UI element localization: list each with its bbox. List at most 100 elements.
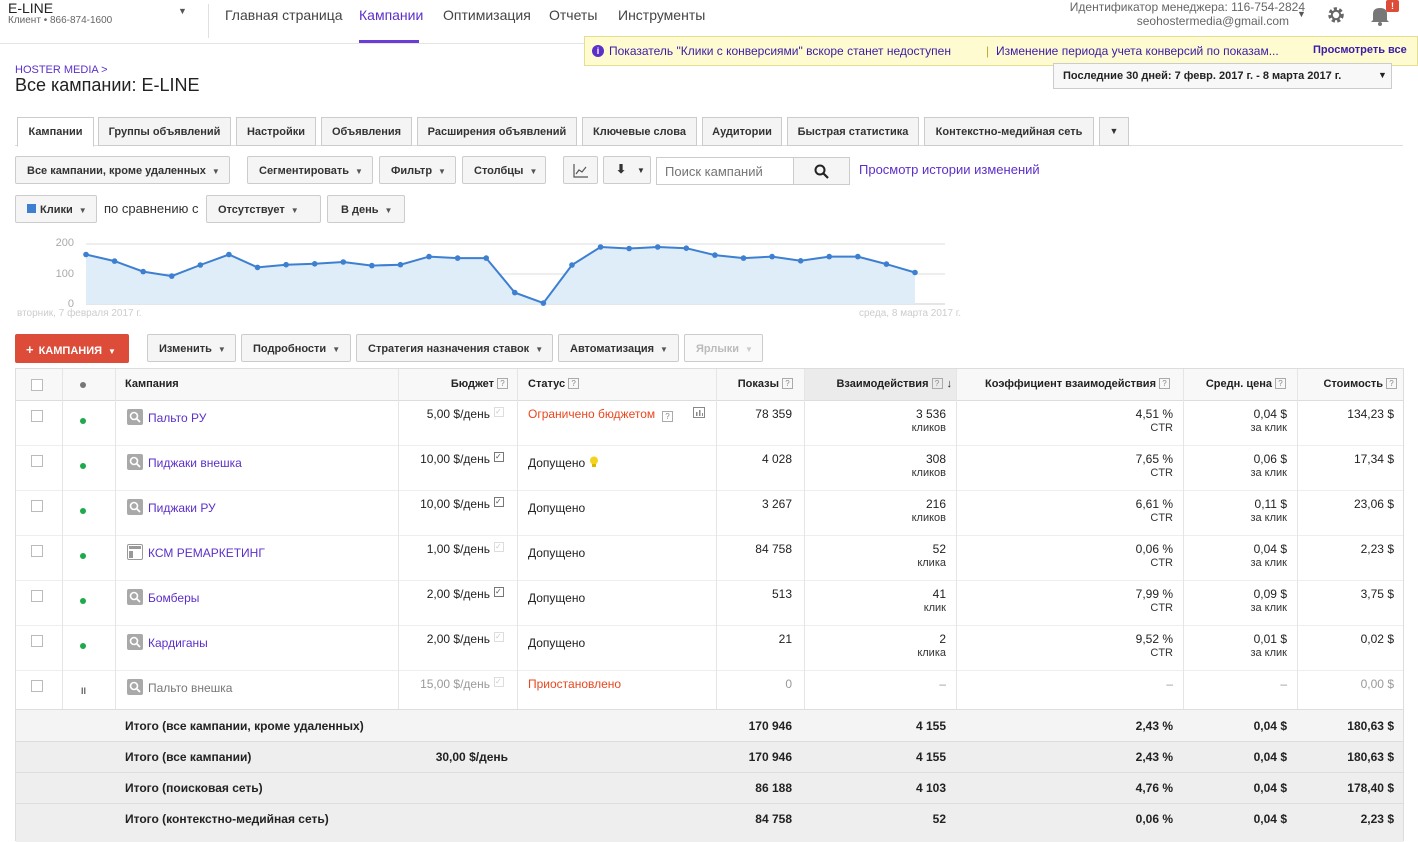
data-point[interactable] <box>483 255 490 261</box>
col-cost[interactable]: Стоимость? <box>1298 378 1397 390</box>
budget-value[interactable]: 2,00 $/день <box>386 632 490 646</box>
col-interactions[interactable]: Взаимодействия? ↓ <box>806 378 952 390</box>
data-point[interactable] <box>683 245 690 251</box>
help-icon[interactable]: ? <box>1386 378 1397 389</box>
tab-display-network[interactable]: Контекстно-медийная сеть <box>924 117 1094 146</box>
tab-campaigns[interactable]: Кампании <box>17 117 94 147</box>
data-point[interactable] <box>883 261 890 267</box>
help-icon[interactable]: ? <box>1159 378 1170 389</box>
data-point[interactable] <box>426 253 432 260</box>
budget-value[interactable]: 5,00 $/день <box>386 407 490 421</box>
col-status[interactable]: Статус? <box>528 378 580 390</box>
help-icon[interactable]: ? <box>1275 378 1286 389</box>
data-point[interactable] <box>712 252 718 258</box>
manager-chevron-down-icon[interactable]: ▼ <box>1297 9 1306 19</box>
budget-value[interactable]: 1,00 $/день <box>386 542 490 556</box>
data-point[interactable] <box>140 268 146 275</box>
compare-dropdown[interactable]: Отсутствует ▼ <box>206 195 321 223</box>
tab-ad-groups[interactable]: Группы объявлений <box>98 117 231 146</box>
enabled-status-icon[interactable] <box>80 643 86 649</box>
data-point[interactable] <box>83 251 89 258</box>
budget-edit-icon[interactable]: ✓ <box>494 407 504 417</box>
change-history-link[interactable]: Просмотр истории изменений <box>859 162 1040 177</box>
metric-dropdown[interactable]: Клики ▼ <box>15 195 97 223</box>
nav-reports[interactable]: Отчеты <box>549 7 597 23</box>
help-icon[interactable]: ? <box>497 378 508 389</box>
tab-ads[interactable]: Объявления <box>321 117 412 146</box>
tabs-more-chevron-down-icon[interactable]: ▼ <box>1099 117 1129 146</box>
tab-audiences[interactable]: Аудитории <box>702 117 782 146</box>
enabled-status-icon[interactable] <box>80 418 86 424</box>
tab-quick-stats[interactable]: Быстрая статистика <box>787 117 919 146</box>
row-checkbox[interactable] <box>31 500 43 512</box>
lightbulb-icon[interactable] <box>589 456 599 468</box>
search-input[interactable] <box>657 158 794 184</box>
data-point[interactable] <box>826 253 833 260</box>
enabled-status-icon[interactable] <box>80 598 86 604</box>
filter-dropdown[interactable]: Фильтр ▼ <box>379 156 456 184</box>
budget-edit-icon[interactable]: ✓ <box>494 497 504 507</box>
select-all-checkbox[interactable] <box>31 379 43 391</box>
nav-campaigns[interactable]: Кампании <box>359 7 423 23</box>
data-point[interactable] <box>797 258 804 264</box>
help-icon[interactable]: ? <box>782 378 793 389</box>
row-checkbox[interactable] <box>31 680 43 692</box>
budget-edit-icon[interactable]: ✓ <box>494 452 504 462</box>
data-point[interactable] <box>369 262 375 269</box>
gear-icon[interactable] <box>1326 5 1346 25</box>
data-point[interactable] <box>569 262 575 268</box>
segment-dropdown[interactable]: Сегментировать ▼ <box>247 156 373 184</box>
budget-edit-icon[interactable]: ✓ <box>494 542 504 552</box>
col-interaction-rate[interactable]: Коэффициент взаимодействия? <box>960 378 1170 390</box>
search-button[interactable] <box>793 157 850 185</box>
data-point[interactable] <box>397 261 404 268</box>
data-point[interactable] <box>454 255 461 261</box>
budget-value[interactable]: 2,00 $/день <box>386 587 490 601</box>
row-checkbox[interactable] <box>31 410 43 422</box>
status-dot-header-icon[interactable] <box>80 382 86 388</box>
help-icon[interactable]: ? <box>931 378 943 389</box>
data-point[interactable] <box>254 264 261 271</box>
labels-dropdown[interactable]: Ярлыки ▼ <box>684 334 763 362</box>
enabled-status-icon[interactable] <box>80 553 86 559</box>
tab-settings[interactable]: Настройки <box>236 117 316 146</box>
col-campaign[interactable]: Кампания <box>125 378 179 390</box>
help-icon[interactable]: ? <box>568 378 580 389</box>
tab-ad-extensions[interactable]: Расширения объявлений <box>417 117 577 146</box>
view-all-link[interactable]: Просмотреть все <box>1313 44 1407 56</box>
data-point[interactable] <box>226 251 232 258</box>
budget-edit-icon[interactable]: ✓ <box>494 587 504 597</box>
nav-optimization[interactable]: Оптимизация <box>443 7 531 23</box>
budget-value[interactable]: 10,00 $/день <box>386 497 490 511</box>
budget-value[interactable]: 15,00 $/день <box>386 677 490 691</box>
budget-edit-icon[interactable]: ✓ <box>494 632 504 642</box>
data-point[interactable] <box>654 244 661 250</box>
data-point[interactable] <box>597 244 604 250</box>
campaign-name-link[interactable]: КСМ РЕМАРКЕТИНГ <box>148 546 265 560</box>
data-point[interactable] <box>311 261 318 267</box>
paused-icon[interactable]: II <box>81 686 86 696</box>
notification-text-2[interactable]: Изменение периода учета конверсий по пок… <box>996 44 1279 58</box>
data-point[interactable] <box>540 300 547 306</box>
details-dropdown[interactable]: Подробности ▼ <box>241 334 351 362</box>
col-avg-cost[interactable]: Средн. цена? <box>1184 378 1286 390</box>
data-point[interactable] <box>511 289 518 296</box>
campaign-name-link[interactable]: Пальто РУ <box>148 411 206 425</box>
campaign-name-link[interactable]: Кардиганы <box>148 636 208 650</box>
enabled-status-icon[interactable] <box>80 463 86 469</box>
download-button[interactable]: ⬇ ▼ <box>603 156 651 184</box>
chart-toggle-button[interactable] <box>563 156 598 184</box>
data-point[interactable] <box>111 258 118 264</box>
row-checkbox[interactable] <box>31 545 43 557</box>
manager-email[interactable]: seohostermedia@gmail.com <box>1137 14 1289 28</box>
account-name[interactable]: E-LINE <box>8 0 53 16</box>
data-point[interactable] <box>855 253 861 260</box>
columns-dropdown[interactable]: Столбцы ▼ <box>462 156 546 184</box>
data-point[interactable] <box>740 255 747 261</box>
period-dropdown[interactable]: В день ▼ <box>327 195 405 223</box>
date-range-selector[interactable]: Последние 30 дней: 7 февр. 2017 г. - 8 м… <box>1053 63 1392 89</box>
data-point[interactable] <box>626 245 632 252</box>
notification-text-1[interactable]: Показатель "Клики с конверсиями" вскоре … <box>609 44 951 58</box>
data-point[interactable] <box>283 261 289 268</box>
col-budget[interactable]: Бюджет? <box>408 378 508 390</box>
